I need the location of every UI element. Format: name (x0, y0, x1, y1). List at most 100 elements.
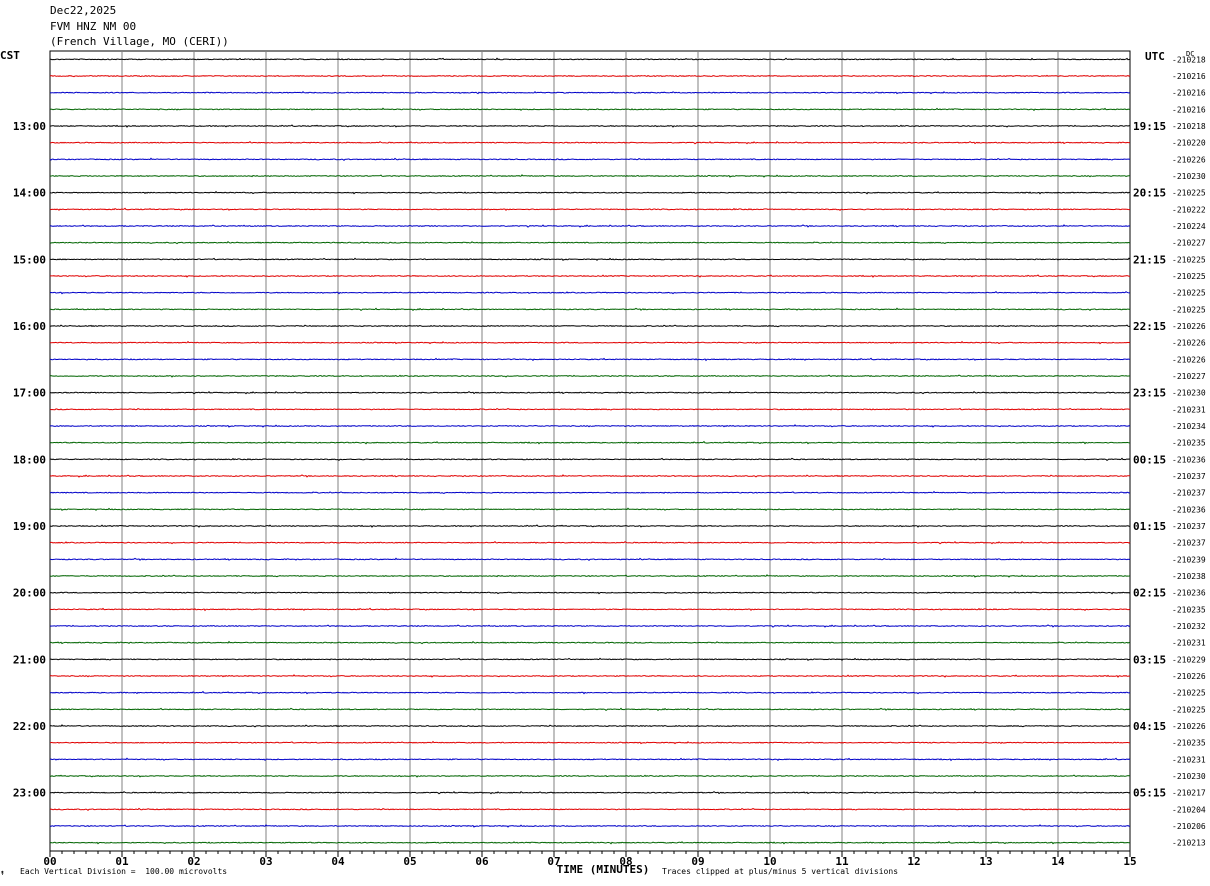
dc-offset-label: -210220 (1172, 139, 1206, 148)
left-hour-label: 18:00 (13, 453, 46, 466)
dc-offset-label: -210226 (1172, 672, 1206, 681)
dc-offset-label: -210239 (1172, 555, 1206, 564)
right-hour-label: 03:15 (1133, 653, 1166, 666)
seismic-trace (49, 157, 1131, 161)
left-hour-label: 13:00 (13, 120, 46, 133)
right-hour-label: 02:15 (1133, 587, 1166, 600)
seismic-trace (49, 424, 1131, 428)
dc-offset-label: -210237 (1172, 522, 1206, 531)
seismic-trace (49, 107, 1131, 112)
seismic-trace (49, 224, 1131, 228)
plot-frame (49, 50, 1131, 852)
dc-offset-label: -210227 (1172, 372, 1206, 381)
dc-offset-label: -210225 (1172, 255, 1206, 264)
seismic-trace (49, 524, 1130, 528)
seismic-trace (49, 624, 1131, 628)
dc-offset-label: -210217 (1172, 789, 1206, 798)
x-tick-label: 13 (979, 855, 992, 868)
seismic-trace (49, 740, 1130, 745)
right-hour-label: 23:15 (1133, 387, 1166, 400)
dc-offset-label: -210225 (1172, 305, 1206, 314)
seismic-trace (49, 207, 1131, 212)
left-hour-label: 14:00 (13, 187, 46, 200)
dc-offset-label: -210234 (1172, 422, 1206, 431)
dc-offset-label: -210225 (1172, 189, 1206, 198)
right-hour-label: 01:15 (1133, 520, 1166, 533)
seismic-trace (49, 274, 1130, 278)
dc-offset-label: -210226 (1172, 722, 1206, 731)
x-tick-label: 06 (475, 855, 489, 868)
dc-offset-label: -210231 (1172, 639, 1206, 648)
right-hour-label: 20:15 (1133, 187, 1166, 200)
dc-offset-label: -210235 (1172, 605, 1206, 614)
seismic-trace (49, 640, 1131, 645)
dc-offset-label: -210236 (1172, 505, 1206, 514)
x-axis-label: TIME (MINUTES) (557, 863, 650, 876)
dc-offset-label: -210226 (1172, 355, 1206, 364)
left-hour-label: 19:00 (13, 520, 46, 533)
dc-offset-label: -210225 (1172, 689, 1206, 698)
seismic-trace (49, 374, 1131, 378)
seismic-trace (49, 840, 1131, 845)
seismic-trace (50, 790, 1131, 795)
dc-offset-label: -210225 (1172, 289, 1206, 298)
dc-offset-label: -210226 (1172, 322, 1206, 331)
seismic-trace (49, 74, 1131, 78)
seismic-trace (49, 174, 1131, 178)
dc-offset-label: -210230 (1172, 772, 1206, 781)
seismic-trace (49, 557, 1131, 561)
left-hour-label: 16:00 (13, 320, 46, 333)
left-hour-label: 15:00 (13, 253, 46, 266)
helicorder-plot: -210218-210216-210216-210216-210218-2102… (0, 49, 1206, 876)
seismic-trace (49, 407, 1131, 411)
seismic-trace (49, 440, 1131, 445)
dc-offset-label: -210226 (1172, 155, 1206, 164)
left-hour-label: 21:00 (13, 653, 46, 666)
right-hour-label: 05:15 (1133, 787, 1166, 800)
dc-offset-label: -210225 (1172, 272, 1206, 281)
seismic-trace (49, 574, 1131, 578)
seismic-trace (49, 57, 1131, 61)
seismic-trace (49, 824, 1131, 828)
dc-offset-label: -210235 (1172, 739, 1206, 748)
seismic-trace (49, 474, 1130, 478)
seismic-trace (49, 190, 1131, 195)
dc-offset-label: -210218 (1172, 122, 1206, 131)
right-hour-label: 21:15 (1133, 253, 1166, 266)
right-hour-label: 00:15 (1133, 453, 1166, 466)
dc-offset-label: -210224 (1172, 222, 1206, 231)
dc-offset-label: -210216 (1172, 105, 1206, 114)
seismic-trace (50, 340, 1131, 345)
seismic-trace (49, 774, 1131, 778)
seismic-trace (49, 757, 1131, 762)
seismic-trace (49, 607, 1131, 612)
seismic-trace (49, 657, 1131, 662)
dc-offset-label: -210231 (1172, 755, 1206, 764)
x-tick-label: 14 (1051, 855, 1065, 868)
seismic-trace (49, 357, 1131, 362)
dc-offset-label: -210206 (1172, 822, 1206, 831)
dc-header-label: DC (1186, 50, 1194, 58)
seismic-trace (49, 724, 1131, 728)
seismic-trace (49, 807, 1131, 811)
right-hour-label: 19:15 (1133, 120, 1166, 133)
seismic-trace (50, 307, 1131, 312)
seismic-trace (49, 241, 1131, 245)
dc-offset-label: -210235 (1172, 439, 1206, 448)
left-hour-label: 23:00 (13, 787, 46, 800)
scale-note: Each Vertical Division = 100.00 microvol… (20, 867, 228, 876)
seismic-trace (49, 291, 1131, 295)
seismic-trace (49, 540, 1131, 545)
seismic-trace (49, 674, 1131, 678)
dc-offset-label: -210230 (1172, 389, 1206, 398)
dc-offset-label: -210238 (1172, 572, 1206, 581)
right-timezone-label: UTC (1145, 50, 1165, 63)
dc-offset-label: -210226 (1172, 339, 1206, 348)
dc-offset-label: -210213 (1172, 839, 1206, 848)
seismic-trace (49, 690, 1131, 695)
dc-offset-label: -210237 (1172, 489, 1206, 498)
dc-offset-label: -210225 (1172, 705, 1206, 714)
x-tick-label: 15 (1123, 855, 1136, 868)
seismic-trace (49, 90, 1131, 95)
dc-offset-label: -210237 (1172, 472, 1206, 481)
